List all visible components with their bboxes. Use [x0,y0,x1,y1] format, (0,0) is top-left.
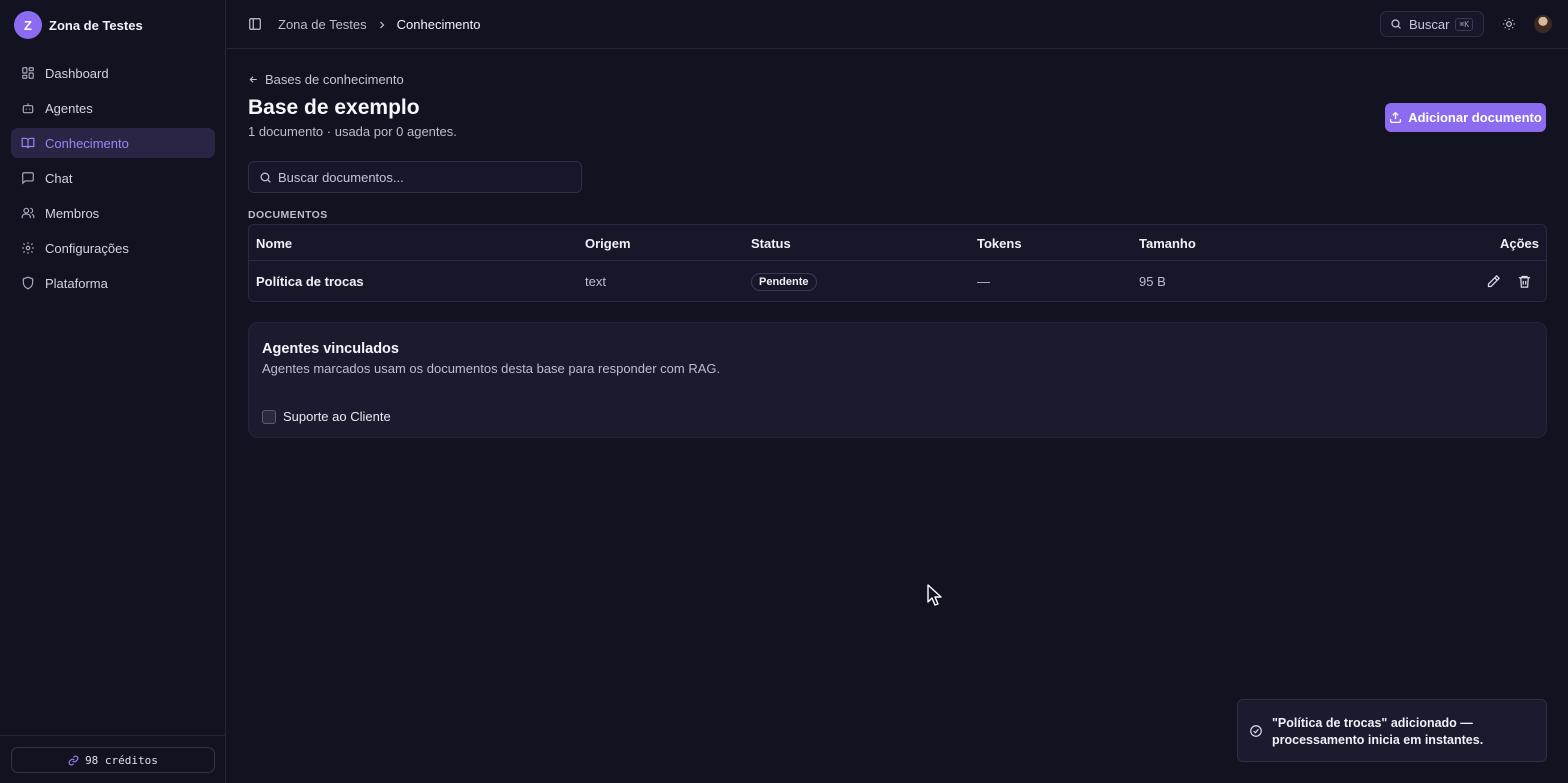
sidebar-item-dashboard[interactable]: Dashboard [11,58,215,88]
agent-checkbox[interactable] [262,409,276,424]
toast-notification[interactable]: "Política de trocas" adicionado — proces… [1237,699,1547,762]
sidebar-item-chat[interactable]: Chat [11,163,215,193]
column-header-tokens: Tokens [977,236,1022,251]
column-header-nome: Nome [256,236,293,251]
add-document-button[interactable]: Adicionar documento [1385,103,1546,132]
document-size: 95 B [1139,274,1166,289]
sidebar-item-configuracoes[interactable]: Configurações [11,233,215,263]
sidebar-item-plataforma[interactable]: Plataforma [11,268,215,298]
linked-agents-panel: Agentes vinculados Agentes marcados usam… [248,322,1547,438]
sidebar-item-label: Agentes [45,100,93,116]
sidebar-footer: 98 créditos [0,735,226,783]
back-link-label: Bases de conhecimento [265,72,404,87]
sun-icon[interactable] [1502,17,1516,31]
dashboard-icon [21,66,35,80]
agent-checkbox-row[interactable]: Suporte ao Cliente [262,409,391,424]
users-icon [21,206,35,220]
breadcrumb-workspace[interactable]: Zona de Testes [278,17,367,32]
documents-table: Nome Origem Status Tokens Tamanho Ações … [248,224,1547,302]
breadcrumb: Zona de Testes Conhecimento [278,17,480,32]
table-row[interactable]: Política de trocas text Pendente — 95 B [249,262,1546,302]
back-link[interactable]: Bases de conhecimento [248,72,404,87]
agent-label: Suporte ao Cliente [283,409,391,424]
document-origin: text [585,274,606,289]
sidebar-item-label: Configurações [45,240,129,256]
search-icon [259,171,272,184]
pencil-icon[interactable] [1486,274,1501,289]
document-search-input[interactable] [278,169,558,185]
column-header-origem: Origem [585,236,631,251]
sidebar: Z Zona de Testes Dashboard Agentes Conhe… [0,0,226,783]
sidebar-item-label: Chat [45,170,73,186]
status-badge: Pendente [751,273,817,291]
shield-icon [21,276,35,290]
workspace-avatar: Z [14,11,42,39]
document-search [248,161,582,193]
linked-agents-description: Agentes marcados usam os documentos dest… [262,361,721,376]
arrow-left-icon [248,74,259,85]
global-search-label: Buscar [1409,16,1450,32]
user-avatar[interactable] [1534,15,1552,33]
sidebar-item-label: Dashboard [45,65,109,81]
document-name[interactable]: Política de trocas [256,274,364,289]
shortcut-hint: ⌘K [1455,17,1474,31]
add-document-label: Adicionar documento [1408,110,1542,125]
toast-message: "Política de trocas" adicionado — proces… [1272,716,1484,747]
sidebar-item-label: Plataforma [45,275,108,291]
column-header-tamanho: Tamanho [1139,236,1196,251]
sidebar-item-membros[interactable]: Membros [11,198,215,228]
sidebar-item-label: Conhecimento [45,135,129,151]
sidebar-item-agentes[interactable]: Agentes [11,93,215,123]
global-search-button[interactable]: Buscar ⌘K [1380,11,1484,37]
page-title: Base de exemplo [248,96,420,119]
sidebar-item-label: Membros [45,205,100,221]
workspace-name: Zona de Testes [49,17,143,33]
sidebar-item-conhecimento[interactable]: Conhecimento [11,128,215,158]
workspace-switcher[interactable]: Z Zona de Testes [14,11,143,39]
column-header-status: Status [751,236,791,251]
mouse-cursor-icon [927,584,942,606]
check-circle-icon [1249,724,1263,738]
chevron-right-icon [376,19,388,31]
credits-badge[interactable]: 98 créditos [11,747,215,773]
gear-icon [21,241,35,255]
document-tokens: — [977,274,990,289]
upload-icon [1389,111,1402,124]
column-header-acoes: Ações [1499,236,1539,251]
linked-agents-title: Agentes vinculados [262,341,399,357]
link-icon [68,755,79,766]
topbar: Zona de Testes Conhecimento Buscar ⌘K [227,0,1568,49]
breadcrumb-current: Conhecimento [396,17,481,32]
table-header: Nome Origem Status Tokens Tamanho Ações [249,225,1546,261]
page-subtitle: 1 documento · usada por 0 agentes. [248,124,457,139]
trash-icon[interactable] [1517,274,1532,289]
chat-icon [21,171,35,185]
bot-icon [21,101,35,115]
credits-label: 98 créditos [85,753,158,767]
sidebar-nav: Dashboard Agentes Conhecimento Chat Memb… [11,58,215,303]
documents-section-label: DOCUMENTOS [248,209,328,221]
book-open-icon [21,136,35,150]
search-icon [1390,18,1402,30]
sidebar-toggle-icon[interactable] [248,17,262,31]
